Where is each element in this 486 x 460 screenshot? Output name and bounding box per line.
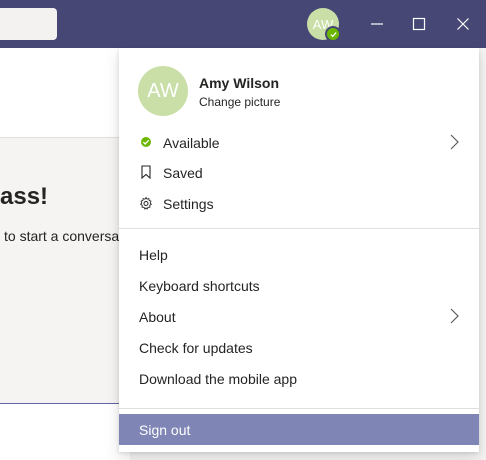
- help-label: Help: [139, 246, 168, 263]
- keyboard-shortcuts-label: Keyboard shortcuts: [139, 277, 260, 294]
- menu-item-keyboard-shortcuts[interactable]: Keyboard shortcuts: [119, 270, 479, 301]
- minimize-icon: [371, 23, 383, 25]
- settings-label: Settings: [163, 195, 214, 212]
- title-bar: AW: [0, 0, 486, 48]
- menu-divider: [119, 408, 479, 409]
- menu-item-status[interactable]: Available: [119, 127, 479, 158]
- available-status-icon: [325, 26, 341, 42]
- profile-header: AW Amy Wilson Change picture: [119, 48, 479, 130]
- profile-name: Amy Wilson: [199, 75, 279, 91]
- saved-label: Saved: [163, 164, 203, 181]
- welcome-subtext: to start a conversat: [4, 228, 124, 244]
- menu-item-settings[interactable]: Settings: [119, 188, 479, 219]
- close-icon: [457, 18, 469, 30]
- profile-menu: AW Amy Wilson Change picture Available S…: [119, 48, 479, 452]
- menu-item-download-mobile[interactable]: Download the mobile app: [119, 363, 479, 394]
- bookmark-icon: [139, 165, 153, 179]
- available-status-icon: [139, 135, 153, 149]
- maximize-icon: [412, 17, 426, 31]
- sign-out-label: Sign out: [139, 421, 191, 438]
- menu-item-about[interactable]: About: [119, 301, 479, 332]
- menu-divider: [119, 228, 479, 229]
- chevron-right-icon: [449, 308, 459, 327]
- sign-out-button[interactable]: Sign out: [119, 414, 479, 445]
- status-label: Available: [163, 134, 220, 151]
- change-picture-link[interactable]: Change picture: [199, 95, 280, 109]
- profile-avatar-initials: AW: [147, 79, 179, 102]
- compose-area: [0, 404, 130, 460]
- check-updates-label: Check for updates: [139, 339, 253, 356]
- maximize-button[interactable]: [407, 12, 431, 36]
- menu-item-check-updates[interactable]: Check for updates: [119, 332, 479, 363]
- close-button[interactable]: [451, 12, 475, 36]
- menu-item-help[interactable]: Help: [119, 239, 479, 270]
- download-mobile-label: Download the mobile app: [139, 370, 297, 387]
- chevron-right-icon: [449, 134, 459, 153]
- welcome-heading: ass!: [0, 183, 49, 210]
- search-input[interactable]: [0, 8, 57, 40]
- profile-avatar[interactable]: AW: [138, 66, 188, 116]
- profile-avatar-button[interactable]: AW: [307, 8, 341, 42]
- minimize-button[interactable]: [365, 12, 389, 36]
- app-header-area: [0, 48, 130, 138]
- about-label: About: [139, 308, 176, 325]
- menu-item-saved[interactable]: Saved: [119, 157, 479, 188]
- gear-icon: [139, 196, 153, 210]
